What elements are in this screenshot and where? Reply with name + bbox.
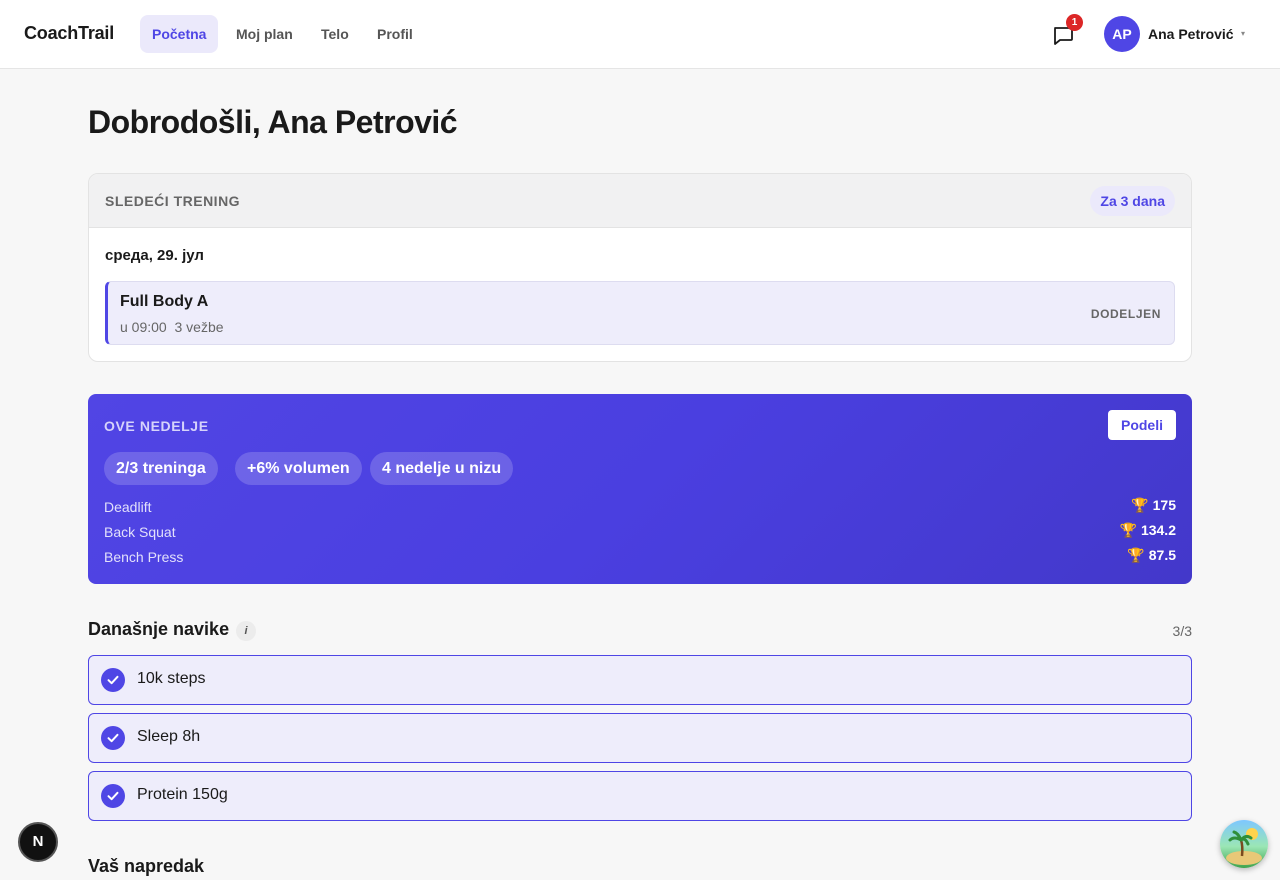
stat-pill-trainings: 2/3 treninga	[104, 452, 218, 485]
nav-item-telo[interactable]: Telo	[309, 15, 361, 53]
nav-item-moj-plan[interactable]: Moj plan	[224, 15, 305, 53]
info-icon[interactable]: i	[236, 621, 256, 641]
record-row: Bench Press 🏆 87.5	[104, 547, 1176, 567]
user-name[interactable]: Ana Petrović	[1148, 26, 1234, 42]
chevron-down-icon[interactable]: ▾	[1241, 29, 1245, 38]
weekly-summary-card: OVE NEDELJE Podeli 2/3 treninga +6% volu…	[88, 394, 1192, 584]
checkmark-icon[interactable]	[101, 668, 125, 692]
habit-item[interactable]: Sleep 8h	[88, 713, 1192, 763]
habit-label: Sleep 8h	[137, 728, 201, 745]
assistant-avatar-button[interactable]	[1220, 820, 1268, 868]
record-value: 🏆 175	[1131, 497, 1176, 514]
record-row: Deadlift 🏆 175	[104, 497, 1176, 517]
share-button[interactable]: Podeli	[1107, 410, 1176, 440]
nav-item-pocetna[interactable]: Početna	[140, 15, 219, 53]
habit-item[interactable]: Protein 150g	[88, 771, 1192, 821]
page-title: Dobrodošli, Ana Petrović	[88, 104, 458, 140]
record-row: Back Squat 🏆 134.2	[104, 522, 1176, 542]
trophy-icon: 🏆	[1127, 547, 1145, 563]
brand-logo[interactable]: CoachTrail	[24, 23, 114, 44]
palm-island-icon	[1226, 828, 1262, 865]
top-navigation-bar: CoachTrail Početna Moj plan Telo Profil …	[0, 0, 1280, 69]
record-value-number: 134.2	[1140, 522, 1176, 538]
trophy-icon: 🏆	[1131, 497, 1149, 513]
workout-meta: u 09:00 3 vežbe	[120, 319, 224, 335]
nav-item-profil[interactable]: Profil	[365, 15, 425, 53]
next-training-label: SLEDEĆI TRENING	[105, 193, 241, 209]
stat-pill-volume: +6% volumen	[235, 452, 362, 485]
record-name: Back Squat	[104, 524, 176, 540]
record-value: 🏆 134.2	[1120, 522, 1176, 539]
habits-title: Današnje navike	[88, 619, 230, 639]
workout-item[interactable]: Full Body A u 09:00 3 vežbe DODELJEN	[105, 281, 1175, 345]
record-name: Deadlift	[104, 499, 152, 515]
habit-item[interactable]: 10k steps	[88, 655, 1192, 705]
workout-status: DODELJEN	[1090, 307, 1161, 321]
next-training-card: SLEDEĆI TRENING Za 3 dana среда, 29. јул…	[88, 173, 1192, 362]
workout-name: Full Body A	[120, 293, 209, 310]
user-avatar[interactable]: AP	[1104, 16, 1140, 52]
record-name: Bench Press	[104, 549, 184, 565]
next-training-date: среда, 29. јул	[105, 247, 204, 264]
habits-count: 3/3	[1172, 623, 1192, 639]
stat-pill-streak: 4 nedelje u nizu	[370, 452, 514, 485]
next-training-header: SLEDEĆI TRENING Za 3 dana	[89, 174, 1191, 228]
messages-count-badge: 1	[1066, 14, 1083, 31]
habit-label: Protein 150g	[137, 786, 228, 803]
habit-label: 10k steps	[137, 670, 206, 687]
progress-section-title: Vaš napredak	[88, 856, 205, 876]
checkmark-icon[interactable]	[101, 784, 125, 808]
record-value-number: 87.5	[1148, 547, 1176, 563]
record-value-number: 175	[1152, 497, 1176, 513]
checkmark-icon[interactable]	[101, 726, 125, 750]
next-training-countdown-badge: Za 3 dana	[1090, 186, 1175, 216]
record-value: 🏆 87.5	[1127, 547, 1176, 564]
weekly-summary-label: OVE NEDELJE	[104, 418, 209, 434]
trophy-icon: 🏆	[1119, 522, 1137, 538]
dev-tools-button[interactable]: N	[18, 822, 58, 862]
